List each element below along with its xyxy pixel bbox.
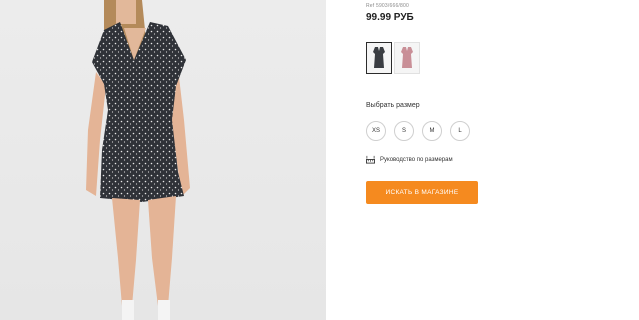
size-button-s[interactable]: S [394, 121, 414, 141]
size-guide-label: Руководство по размерам [380, 156, 453, 163]
size-button-xs[interactable]: XS [366, 121, 386, 141]
find-in-store-button[interactable]: ИСКАТЬ В МАГАЗИНЕ [366, 181, 478, 204]
dress-thumbnail-pink [401, 47, 413, 68]
size-button-m[interactable]: M [422, 121, 442, 141]
size-selector-label: Выбрать размер [366, 102, 420, 109]
color-swatch-pink[interactable] [394, 42, 420, 74]
size-guide-link[interactable]: Руководство по размерам [366, 155, 453, 164]
ruler-icon [366, 155, 375, 164]
model-in-dress-image [86, 0, 190, 320]
color-swatch-black[interactable] [366, 42, 392, 74]
product-price: 99.99 РУБ [366, 12, 414, 23]
product-reference: Ref 5903/666/800 [366, 3, 409, 9]
dress-thumbnail-black [373, 47, 385, 68]
product-info-panel: Ref 5903/666/800 99.99 РУБ Выбрать разме… [366, 0, 639, 320]
size-button-l[interactable]: L [450, 121, 470, 141]
product-photo [0, 0, 326, 320]
